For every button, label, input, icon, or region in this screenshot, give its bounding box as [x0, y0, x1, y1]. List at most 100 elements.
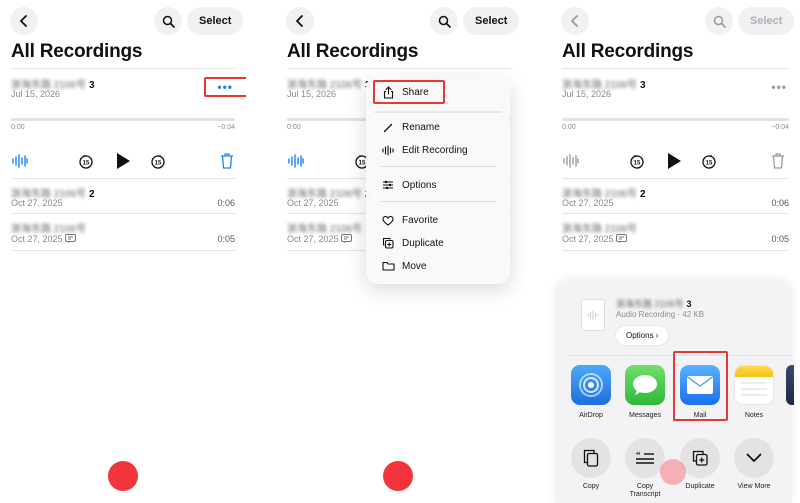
blurred-name: 浙海东路 2106号 — [287, 224, 363, 235]
skip-forward-icon: 15 — [702, 155, 716, 169]
share-options-button[interactable]: Options › — [616, 326, 669, 345]
waveform-button[interactable] — [9, 150, 31, 172]
divider — [287, 68, 511, 69]
trash-icon — [221, 153, 233, 169]
chevron-left-icon — [296, 15, 303, 27]
recording-duration: 0:06 — [217, 198, 235, 208]
back-button[interactable] — [561, 7, 589, 35]
search-button[interactable] — [705, 7, 733, 35]
shared-file-info: Audio Recording · 42 KB — [616, 310, 705, 319]
blurred-name: 浙海东路 2106号 — [616, 299, 684, 309]
page-title: All Recordings — [562, 41, 694, 62]
heart-icon — [376, 215, 400, 226]
duplicate-icon — [680, 438, 720, 478]
record-button[interactable] — [383, 461, 413, 491]
delete-button[interactable] — [216, 150, 238, 172]
action-view-more[interactable]: View More — [731, 438, 777, 491]
menu-item-favorite[interactable]: Favorite — [366, 210, 510, 230]
remaining-time: −0:04 — [771, 124, 789, 131]
divider — [562, 68, 789, 69]
playback-scrubber[interactable] — [11, 118, 235, 121]
airdrop-icon — [571, 365, 611, 405]
recording-title[interactable]: 浙海东路 2106号 — [11, 220, 89, 235]
menu-item-edit-recording[interactable]: Edit Recording — [366, 140, 510, 160]
blurred-name: 浙海东路 2106号 — [11, 224, 87, 235]
recording-date: Jul 15, 2026 — [287, 89, 337, 99]
playback-scrubber[interactable] — [562, 118, 789, 121]
elapsed-time: 0:00 — [562, 124, 576, 131]
skip-back-15-button[interactable]: 15 — [75, 150, 97, 172]
waveform-button[interactable] — [285, 150, 307, 172]
menu-item-label: Move — [402, 260, 427, 272]
svg-text:15: 15 — [83, 161, 90, 167]
search-button[interactable] — [154, 7, 182, 35]
transcript-icon: “ — [625, 438, 665, 478]
recording-duration: 0:05 — [217, 234, 235, 244]
more-options-button[interactable]: ••• — [771, 80, 787, 94]
divider — [562, 213, 789, 214]
divider — [11, 250, 235, 251]
select-button[interactable]: Select — [738, 7, 795, 35]
skip-back-icon: 15 — [79, 155, 93, 169]
notes-icon — [734, 365, 774, 405]
recording-duration: 0:05 — [771, 234, 789, 244]
sliders-icon — [376, 180, 400, 190]
share-app-notes[interactable]: Notes — [733, 365, 775, 419]
share-app-airdrop[interactable]: AirDrop — [570, 365, 612, 419]
pencil-icon — [376, 122, 400, 133]
recording-date: Oct 27, 2025 — [11, 234, 63, 244]
back-button[interactable] — [10, 7, 38, 35]
waveform-icon — [563, 154, 579, 168]
recording-number: 2 — [640, 189, 646, 200]
divider — [11, 213, 235, 214]
delete-button[interactable] — [767, 150, 789, 172]
waveform-icon — [12, 154, 28, 168]
menu-item-options[interactable]: Options — [366, 175, 510, 195]
skip-back-15-button[interactable]: 15 — [626, 150, 648, 172]
recording-title[interactable]: 浙海东路 2106号 — [287, 220, 365, 235]
svg-text:15: 15 — [706, 161, 713, 167]
action-label: Copy — [582, 483, 600, 490]
back-button[interactable] — [286, 7, 314, 35]
select-button[interactable]: Select — [187, 7, 244, 35]
highlight-box — [673, 351, 728, 421]
action-label: Duplicate — [685, 483, 715, 490]
recording-number: 3 — [640, 80, 646, 91]
search-button[interactable] — [430, 7, 458, 35]
waveform-button[interactable] — [560, 150, 582, 172]
skip-forward-icon: 15 — [151, 155, 165, 169]
highlight-box — [204, 77, 246, 97]
svg-text:15: 15 — [155, 161, 162, 167]
play-button[interactable] — [663, 150, 685, 172]
action-copy[interactable]: Copy — [568, 438, 614, 491]
audio-file-icon — [581, 299, 605, 331]
page-title: All Recordings — [11, 41, 143, 62]
recording-date: Jul 15, 2026 — [562, 89, 612, 99]
select-button[interactable]: Select — [463, 7, 520, 35]
play-button[interactable] — [112, 150, 134, 172]
menu-item-label: Options — [402, 179, 437, 191]
recording-date: Oct 27, 2025 — [562, 198, 614, 208]
menu-item-duplicate[interactable]: Duplicate — [366, 233, 510, 253]
menu-divider — [380, 166, 496, 167]
divider — [11, 68, 235, 69]
skip-forward-15-button[interactable]: 15 — [698, 150, 720, 172]
menu-item-move[interactable]: Move — [366, 256, 510, 276]
menu-item-rename[interactable]: Rename — [366, 117, 510, 137]
play-icon — [668, 153, 681, 169]
blurred-name: 浙海东路 2106号 — [562, 224, 638, 235]
chevron-down-icon — [734, 438, 774, 478]
action-label: View More — [737, 483, 771, 490]
skip-forward-15-button[interactable]: 15 — [147, 150, 169, 172]
record-button[interactable] — [108, 461, 138, 491]
share-app-messages[interactable]: Messages — [624, 365, 666, 419]
recording-title[interactable]: 浙海东路 2106号 — [562, 220, 640, 235]
context-menu: Share Rename Edit Recording Options Favo… — [366, 76, 510, 284]
waveform-icon — [376, 144, 400, 156]
action-label: Copy Transcript — [629, 483, 661, 498]
remaining-time: −0:04 — [217, 124, 235, 131]
menu-group-divider — [374, 111, 502, 113]
screen-1: Select All Recordings 浙海东路 2106号 3 Jul 15… — [0, 0, 246, 503]
app-label: Notes — [744, 412, 764, 419]
more-apps-peek[interactable] — [786, 365, 794, 405]
